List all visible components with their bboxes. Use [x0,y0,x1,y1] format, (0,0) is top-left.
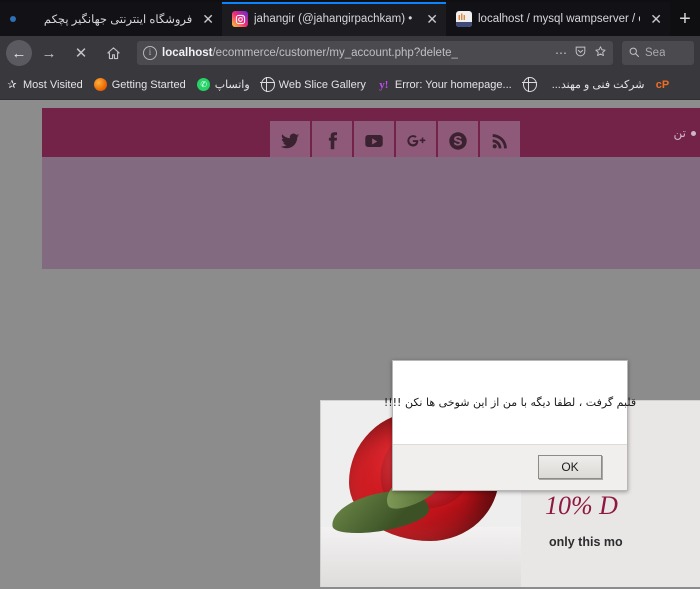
bookmark-label: واتساپ [214,79,250,91]
address-bar[interactable]: i localhost/ecommerce/customer/my_accoun… [137,41,613,65]
site-spacer [42,269,700,299]
bookmark-label: Most Visited [23,78,83,91]
tab-title: jahangir (@jahangirpachkam) • Ins [254,13,417,25]
url-host: localhost [162,47,213,59]
bookmark-label: Web Slice Gallery [278,78,366,91]
site-hero-band [42,157,700,269]
search-bar[interactable]: Sea [622,41,694,65]
tab-close-icon[interactable]: ✕ [646,12,662,26]
search-icon [628,46,640,61]
yahoo-icon: y! [379,78,389,91]
globe-icon [522,76,537,93]
googleplus-icon[interactable] [396,121,436,161]
navigation-toolbar: ← → ✕ i localhost/ecommerce/customer/my_… [0,36,700,70]
bookmarks-toolbar: ✰ Most Visited Getting Started ✆ واتساپ … [0,70,700,100]
bookmark-globe-unnamed[interactable] [522,76,541,93]
promo-offer: 10% D [545,491,618,520]
whatsapp-icon: ✆ [197,78,211,92]
url-text: localhost/ecommerce/customer/my_account.… [162,47,550,59]
tab-phpmyadmin[interactable]: ılı localhost / mysql wampserver / ecc ✕ [446,2,670,36]
firefox-icon [94,78,108,92]
forward-button-icon[interactable]: → [34,40,64,66]
tab-shop[interactable]: فروشگاه اینترنتی جهانگیر پچکم ✕ [0,2,222,36]
bookmark-cpanel[interactable]: cP [655,78,673,92]
tab-close-icon[interactable]: ✕ [198,12,214,26]
search-input[interactable]: Sea [645,47,665,59]
twitter-icon[interactable] [270,121,310,161]
tab-active-indicator [222,2,446,4]
site-info-icon[interactable]: i [143,46,157,60]
bookmark-label: Error: Your homepage... [394,78,512,91]
page-viewport: تن Spec 10% D only this mo [0,100,700,587]
pocket-icon[interactable] [574,45,587,61]
site-header-right-text: تن [674,126,696,140]
tab-title: localhost / mysql wampserver / ecc [478,13,641,25]
tab-instagram[interactable]: jahangir (@jahangirpachkam) • Ins ✕ [222,2,446,36]
cpanel-icon: cP [655,78,670,91]
alert-dialog-body: قلبم گرفت ، لطفا دیگه با من از این شوخی … [384,361,636,445]
bookmark-whatsapp[interactable]: ✆ واتساپ [197,78,250,92]
bookmark-label: شرکت فنی و مهند... [551,79,645,91]
rss-icon[interactable] [480,121,520,161]
instagram-icon [232,11,248,27]
page-actions-icon[interactable]: ⋯ [555,46,567,60]
bookmark-getting-started[interactable]: Getting Started [94,78,186,92]
alert-dialog: قلبم گرفت ، لطفا دیگه با من از این شوخی … [384,360,636,491]
browser-window: فروشگاه اینترنتی جهانگیر پچکم ✕ jahangir… [0,0,700,589]
bullet-icon [691,130,696,136]
tab-close-icon[interactable]: ✕ [422,12,438,26]
bookmark-label: Getting Started [111,78,186,91]
back-button-icon[interactable]: ← [6,40,32,66]
phpmyadmin-icon: ılı [456,11,472,27]
alert-dialog-footer: OK [393,444,627,490]
url-path: /ecommerce/customer/my_account.php?delet… [212,47,458,59]
alert-dialog-message: قلبم گرفت ، لطفا دیگه با من از این شوخی … [383,396,637,409]
star-icon: ✰ [7,79,17,91]
skype-icon[interactable] [438,121,478,161]
youtube-icon[interactable] [354,121,394,161]
new-tab-button[interactable]: + [670,2,700,36]
bookmark-star-icon[interactable] [594,45,607,61]
site-header: تن [42,108,700,161]
bookmark-most-visited[interactable]: ✰ Most Visited [5,78,83,92]
bookmark-web-slice-gallery[interactable]: Web Slice Gallery [260,76,366,93]
tab-strip: فروشگاه اینترنتی جهانگیر پچکم ✕ jahangir… [0,0,700,36]
header-right-label: تن [673,126,686,140]
social-links [270,121,522,161]
website-content: تن Spec 10% D only this mo [42,100,700,587]
facebook-icon[interactable] [312,121,352,161]
stop-button-icon[interactable]: ✕ [66,40,96,66]
ok-button[interactable]: OK [538,455,602,479]
bookmark-company[interactable]: شرکت فنی و مهند... [552,78,645,91]
promo-note: only this mo [549,535,623,549]
home-button-icon[interactable] [98,40,128,66]
tab-title: فروشگاه اینترنتی جهانگیر پچکم [43,14,193,26]
tab-loading-dot-icon [10,16,16,22]
globe-icon [260,76,275,93]
bookmark-error-homepage[interactable]: y! Error: Your homepage... [377,78,512,92]
